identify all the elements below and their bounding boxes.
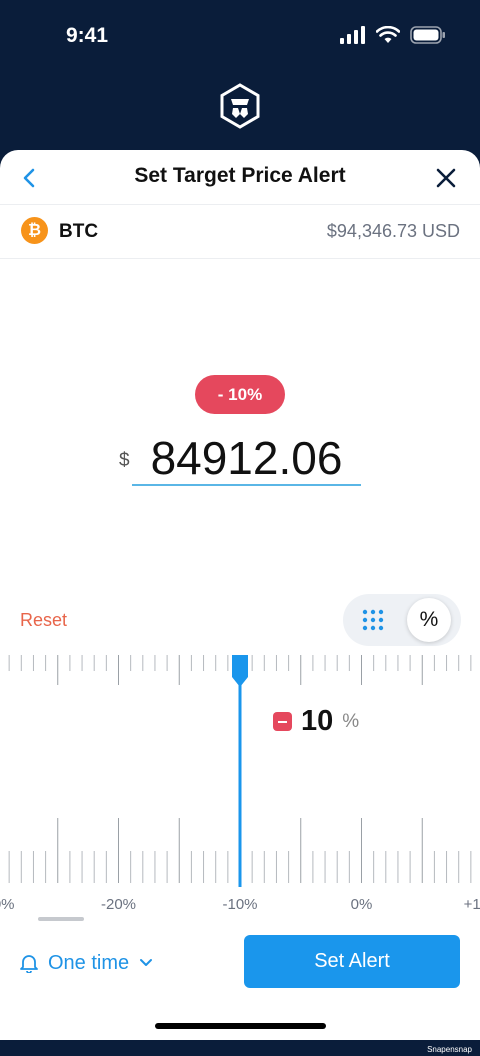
readout-value: 10	[301, 705, 334, 737]
percent-change-badge: - 10%	[195, 375, 285, 414]
asset-symbol: BTC	[59, 221, 99, 242]
battery-icon	[410, 26, 445, 44]
ruler-tick-label: 0%	[351, 896, 373, 913]
input-mode-toggle: %	[343, 594, 461, 646]
sheet-header: Set Target Price Alert	[0, 150, 480, 204]
watermark: Snapensnap	[427, 1045, 472, 1054]
bitcoin-icon: ₿	[21, 217, 48, 244]
percent-mode-button[interactable]: %	[407, 598, 451, 642]
ruler-tick-label: +10%	[464, 896, 480, 913]
scroll-indicator	[38, 917, 84, 921]
signal-icon	[340, 26, 365, 44]
frequency-dropdown[interactable]: One time	[20, 948, 153, 978]
close-icon[interactable]	[432, 164, 460, 192]
wifi-icon	[376, 26, 400, 43]
alert-sheet: Set Target Price Alert ₿ BTC $94,346.73 …	[0, 150, 480, 1040]
bell-icon	[20, 955, 38, 973]
readout-unit: %	[342, 710, 360, 732]
ruler-tick-label: -20%	[101, 896, 136, 913]
currency-symbol: $	[119, 450, 130, 471]
back-chevron-icon[interactable]	[16, 164, 44, 192]
minus-icon	[273, 712, 292, 731]
status-icons	[340, 26, 446, 44]
frequency-label: One time	[48, 951, 130, 974]
asset-row: ₿ BTC $94,346.73 USD	[0, 204, 480, 258]
brand-logo-icon	[220, 83, 260, 129]
ruler-tick-label: -30%	[0, 896, 15, 913]
target-price-input[interactable]: 84912.06	[132, 430, 361, 486]
set-alert-button[interactable]: Set Alert	[244, 935, 460, 988]
percent-ruler-slider[interactable]: -30% -20% -10% 0% +10%	[0, 655, 480, 920]
ruler-tick-label: -10%	[222, 896, 257, 913]
status-bar: 9:41	[0, 0, 480, 72]
home-indicator	[155, 1023, 326, 1029]
reset-button[interactable]: Reset	[20, 610, 67, 631]
page-title: Set Target Price Alert	[134, 164, 346, 187]
ruler-pointer-handle	[232, 655, 248, 687]
status-time: 9:41	[66, 24, 109, 47]
asset-divider	[0, 258, 480, 259]
chevron-down-icon	[140, 959, 153, 966]
keypad-grid-icon[interactable]	[359, 606, 387, 634]
percent-readout: 10 %	[273, 705, 359, 738]
asset-current-price: $94,346.73 USD	[326, 221, 460, 241]
